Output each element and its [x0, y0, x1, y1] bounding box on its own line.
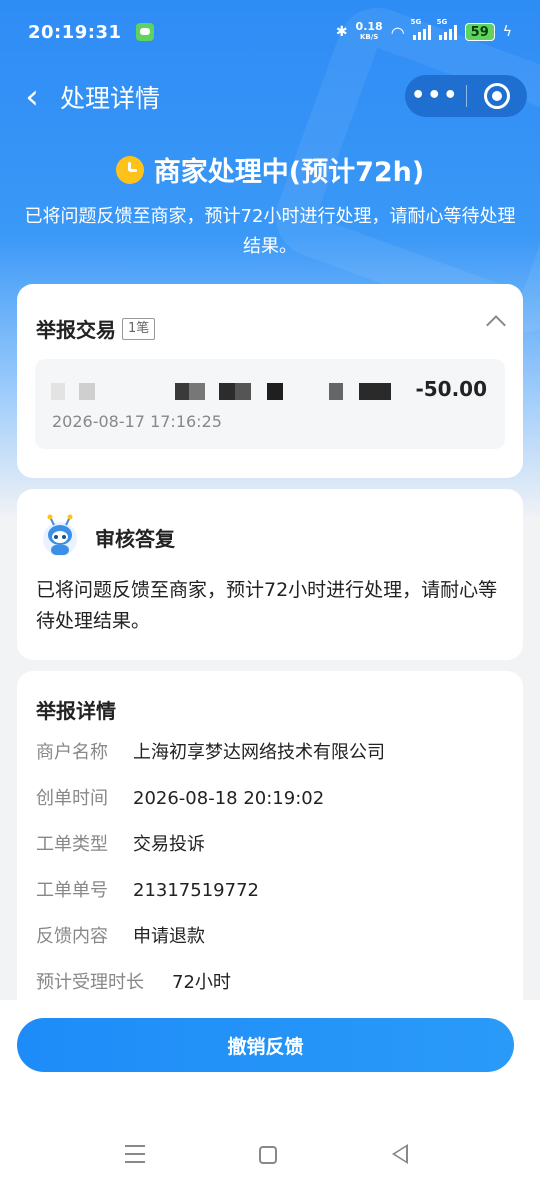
wechat-notification-icon: [135, 23, 154, 41]
battery-indicator: 59: [464, 23, 495, 41]
bottom-action-bar: 撤销反馈: [0, 1000, 540, 1188]
close-miniapp-button[interactable]: [466, 83, 527, 109]
network-speed: 0.18 KB/S: [355, 20, 383, 42]
network-speed-value: 0.18: [355, 20, 383, 33]
back-button[interactable]: ‹: [0, 72, 56, 122]
signal-tag-2: 5G: [436, 18, 448, 26]
trade-title: 举报交易: [36, 318, 116, 342]
detail-value: 72小时: [172, 972, 231, 993]
trade-time: 2026-08-17 17:16:25: [52, 412, 222, 431]
back-triangle-icon[interactable]: [392, 1144, 408, 1164]
network-speed-unit: KB/S: [359, 33, 379, 41]
detail-label: 工单单号: [36, 880, 108, 901]
detail-row-duration: 预计受理时长 72小时: [36, 971, 231, 995]
nav-bar: ‹ 处理详情 •••: [0, 72, 540, 122]
charging-icon: ϟ: [502, 24, 512, 40]
detail-title: 举报详情: [36, 699, 116, 723]
reported-trade-card: 举报交易 1笔 -50.00 2026-08-17 17:16:25: [17, 284, 523, 478]
review-title: 审核答复: [95, 527, 175, 551]
status-indicators: ✱ 0.18 KB/S ◠ 5G 5G 59 ϟ: [335, 18, 512, 42]
trade-count-badge: 1笔: [122, 317, 156, 340]
detail-value: 申请退款: [133, 926, 205, 947]
status-title: 商家处理中(预计72h): [153, 157, 425, 188]
more-button[interactable]: •••: [405, 75, 466, 117]
bluetooth-icon: ✱: [335, 24, 348, 40]
detail-label: 创单时间: [36, 788, 108, 809]
detail-row-created: 创单时间 2026-08-18 20:19:02: [36, 787, 324, 811]
trade-header: 举报交易 1笔: [36, 314, 156, 343]
detail-value: 2026-08-18 20:19:02: [133, 788, 325, 809]
wifi-icon: ◠: [390, 22, 405, 42]
detail-value: 交易投诉: [133, 834, 205, 855]
signal-icon-2: 5G: [437, 18, 457, 40]
home-icon[interactable]: [259, 1146, 277, 1164]
robot-avatar-icon: [43, 514, 77, 556]
detail-row-merchant: 商户名称 上海初享梦达网络技术有限公司: [36, 741, 385, 765]
review-text: 已将问题反馈至商家，预计72小时进行处理，请耐心等待处理结果。: [36, 579, 498, 632]
detail-label: 预计受理时长: [36, 972, 144, 993]
review-reply-card: 审核答复 已将问题反馈至商家，预计72小时进行处理，请耐心等待处理结果。: [17, 489, 523, 660]
system-nav-bar: [0, 1140, 540, 1170]
detail-row-type: 工单类型 交易投诉: [36, 833, 205, 857]
detail-row-order-number: 工单单号 21317519772: [36, 879, 259, 903]
masked-merchant-name: [51, 383, 391, 400]
cancel-feedback-button[interactable]: 撤销反馈: [17, 1018, 514, 1072]
detail-row-feedback: 反馈内容 申请退款: [36, 925, 205, 949]
detail-label: 商户名称: [36, 742, 108, 763]
detail-label: 反馈内容: [36, 926, 108, 947]
miniapp-capsule: •••: [405, 75, 527, 117]
trade-item[interactable]: -50.00 2026-08-17 17:16:25: [35, 359, 505, 449]
clock-icon: [115, 155, 144, 184]
report-detail-card: 举报详情 商户名称 上海初享梦达网络技术有限公司 创单时间 2026-08-18…: [17, 671, 523, 1011]
chevron-up-icon[interactable]: [486, 315, 506, 335]
process-status: 商家处理中(预计72h): [0, 150, 540, 189]
target-circle-icon: [483, 83, 510, 109]
chevron-left-icon: ‹: [25, 77, 39, 117]
detail-label: 工单类型: [36, 834, 108, 855]
status-description: 已将问题反馈至商家，预计72小时进行处理，请耐心等待处理结果。: [24, 206, 516, 257]
detail-value: 上海初享梦达网络技术有限公司: [133, 742, 385, 763]
trade-amount: -50.00: [415, 377, 487, 401]
status-bar: 20:19:31 ✱ 0.18 KB/S ◠ 5G 5G 59 ϟ: [0, 0, 540, 64]
page-title: 处理详情: [60, 84, 161, 113]
status-time: 20:19:31: [28, 21, 122, 43]
menu-icon[interactable]: [125, 1145, 145, 1169]
signal-icon-1: 5G: [411, 18, 431, 40]
signal-tag-1: 5G: [410, 18, 422, 26]
detail-value[interactable]: 21317519772: [133, 879, 259, 903]
